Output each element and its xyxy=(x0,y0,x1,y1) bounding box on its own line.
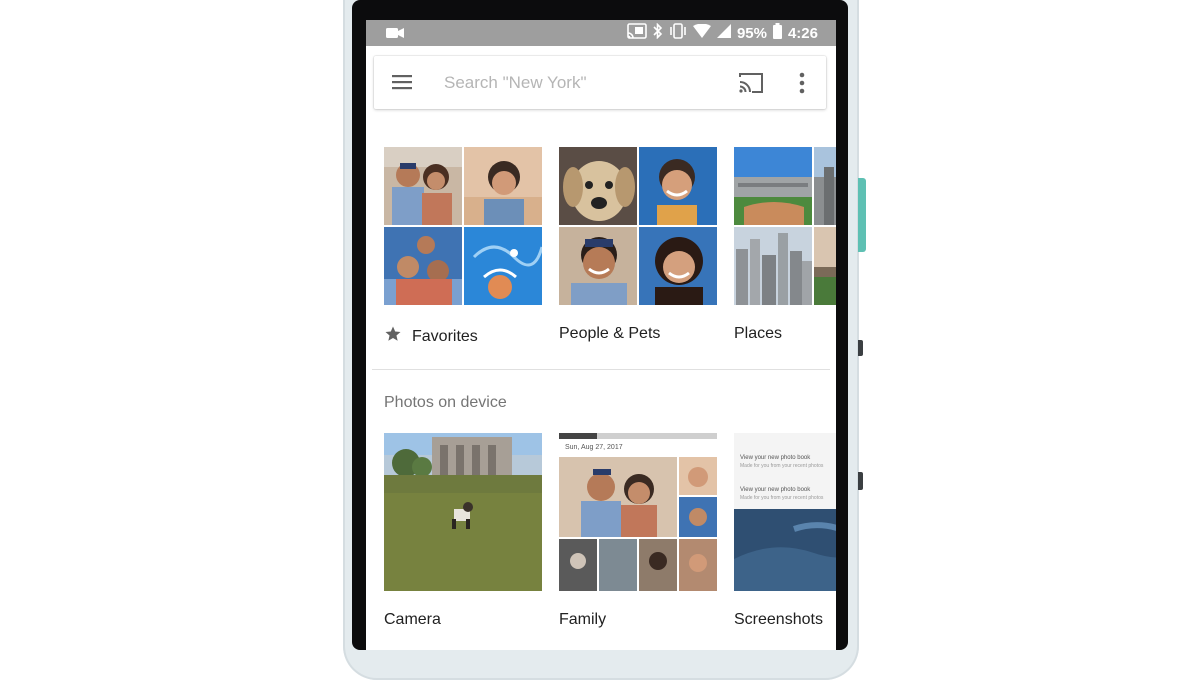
album-label-camera: Camera xyxy=(384,611,441,629)
album-favorites[interactable]: Favorites xyxy=(384,147,542,345)
photo-tile xyxy=(734,147,812,225)
album-title: Screenshots xyxy=(734,611,823,628)
album-title: People & Pets xyxy=(559,325,661,342)
album-title: Camera xyxy=(384,611,441,628)
people-pets-thumbnail xyxy=(559,147,717,305)
search-bar xyxy=(374,56,826,109)
photo-tile xyxy=(559,227,637,305)
volume-button xyxy=(858,340,863,356)
photo-tile xyxy=(814,147,836,225)
photo-tile xyxy=(384,227,462,305)
notification-body: Made for you from your recent photos xyxy=(740,495,824,501)
search-input[interactable] xyxy=(442,69,676,97)
section-title-photos-on-device: Photos on device xyxy=(384,394,507,411)
notification-title: View your new photo book xyxy=(740,455,811,461)
cell-signal-icon xyxy=(716,23,731,43)
cast-connected-icon xyxy=(627,22,647,44)
photo-tile xyxy=(639,227,717,305)
section-divider xyxy=(372,369,830,370)
photo-tile xyxy=(639,147,717,225)
album-title: Family xyxy=(559,611,607,628)
photo-tile xyxy=(464,227,542,305)
album-label-favorites: Favorites xyxy=(384,325,478,348)
power-button xyxy=(858,178,866,252)
photo-tile xyxy=(559,147,637,225)
album-camera[interactable]: Camera xyxy=(384,433,542,628)
places-thumbnail xyxy=(734,147,836,305)
battery-icon xyxy=(772,22,782,44)
album-label-places: Places xyxy=(734,325,782,343)
album-row-top: Favorites People & Pets Places xyxy=(384,147,836,347)
clock: 4:26 xyxy=(787,24,818,42)
notification-title: View your new photo book xyxy=(740,487,811,493)
phone-screen: 95% 4:26 Search "New York" Favorites Peo… xyxy=(366,20,836,650)
album-row-device: Camera Sun, Aug 27, 2017 Family View you… xyxy=(384,433,836,633)
camera-thumbnail xyxy=(384,433,542,591)
bluetooth-icon xyxy=(653,22,663,44)
album-family[interactable]: Sun, Aug 27, 2017 Family xyxy=(559,433,717,628)
album-label-screenshots: Screenshots xyxy=(734,611,823,629)
more-options-icon[interactable] xyxy=(798,71,806,95)
album-places[interactable]: Places xyxy=(734,147,836,342)
photo-tile xyxy=(814,227,836,305)
star-icon xyxy=(384,325,402,348)
status-bar: 95% 4:26 xyxy=(366,20,836,46)
photo-tile xyxy=(384,147,462,225)
screenshots-thumbnail: View your new photo book Made for you fr… xyxy=(734,433,836,591)
side-button xyxy=(858,472,863,490)
video-camera-icon xyxy=(386,26,404,44)
menu-icon[interactable] xyxy=(391,72,413,92)
family-thumbnail: Sun, Aug 27, 2017 xyxy=(559,433,717,591)
family-album-date: Sun, Aug 27, 2017 xyxy=(565,444,623,451)
notification-body: Made for you from your recent photos xyxy=(740,463,824,469)
album-screenshots[interactable]: View your new photo book Made for you fr… xyxy=(734,433,836,628)
album-people-pets[interactable]: People & Pets xyxy=(559,147,717,342)
notification-list: View your new photo book Made for you fr… xyxy=(740,439,836,505)
album-label-people-pets: People & Pets xyxy=(559,325,660,343)
cast-icon[interactable] xyxy=(737,71,765,95)
album-title: Places xyxy=(734,325,783,342)
battery-percent: 95% xyxy=(736,24,767,42)
favorites-thumbnail xyxy=(384,147,542,305)
album-title: Favorites xyxy=(412,327,478,345)
photo-tile xyxy=(734,227,812,305)
wifi-icon xyxy=(692,23,711,43)
photo-tile xyxy=(464,147,542,225)
screenshot-map-preview xyxy=(734,509,836,591)
vibrate-icon xyxy=(669,22,687,44)
album-label-family: Family xyxy=(559,611,606,629)
